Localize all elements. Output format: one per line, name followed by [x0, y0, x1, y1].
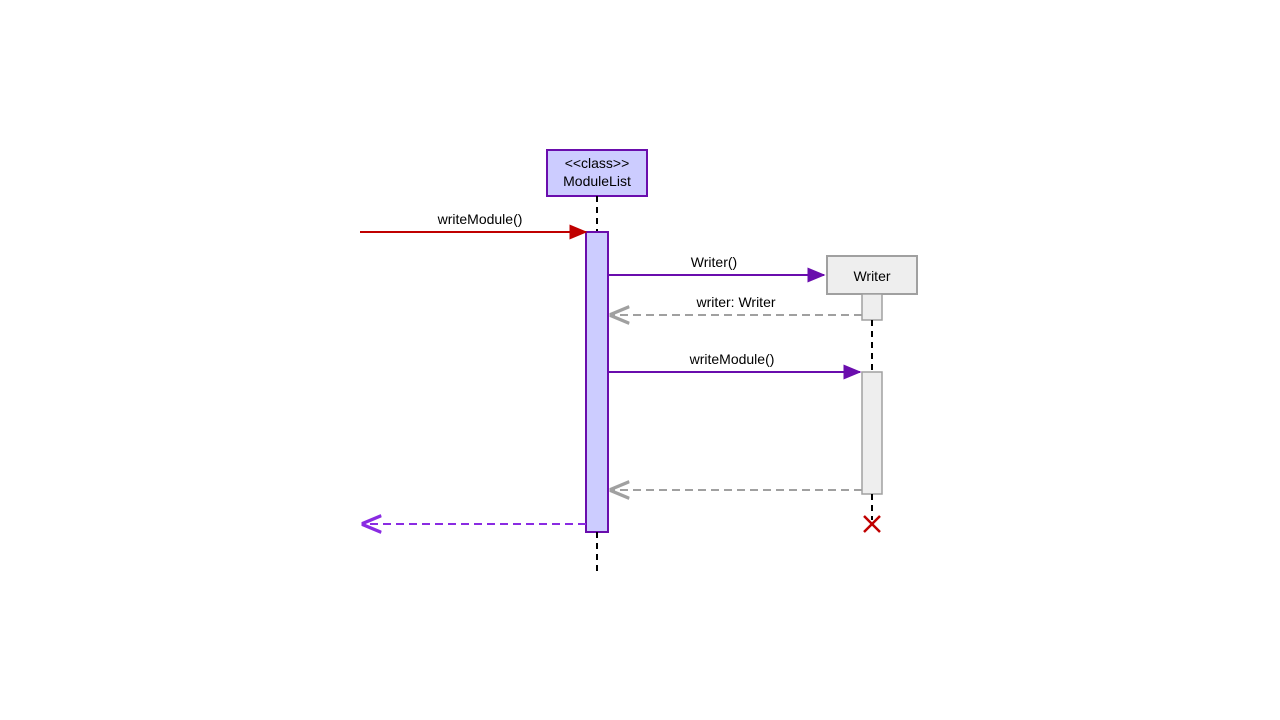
participant-modulelist-stereotype: <<class>> — [565, 155, 630, 171]
message-return-writer-label: writer: Writer — [695, 294, 775, 310]
sequence-diagram: <<class>> ModuleList Writer writeModule(… — [0, 0, 1280, 720]
participant-writer: Writer — [827, 256, 917, 294]
message-call-writemodule-label: writeModule() — [689, 351, 775, 367]
message-create-writer-label: Writer() — [691, 254, 737, 270]
activation-modulelist — [586, 232, 608, 532]
activation-writer-call — [862, 372, 882, 494]
activation-writer-create — [862, 294, 882, 320]
message-inbound-label: writeModule() — [437, 211, 523, 227]
participant-writer-name: Writer — [853, 268, 890, 284]
participant-modulelist-name: ModuleList — [563, 173, 631, 189]
participant-modulelist: <<class>> ModuleList — [547, 150, 647, 196]
